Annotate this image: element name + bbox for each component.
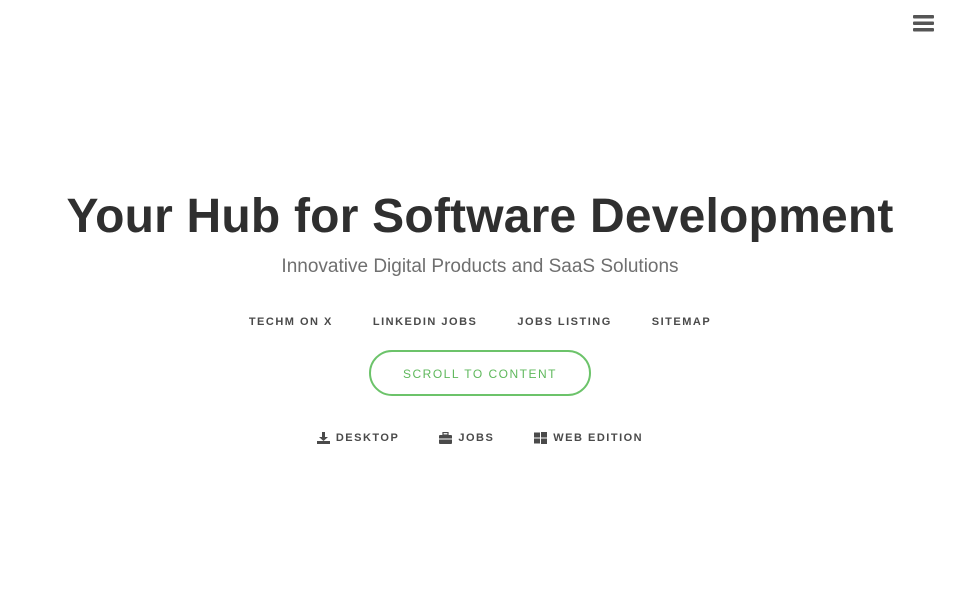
hamburger-menu-icon[interactable] [912,12,936,34]
download-links: DESKTOP JOBS WEB EDITION [0,430,960,446]
page: Your Hub for Software Development Innova… [0,0,960,600]
hero-title: Your Hub for Software Development [66,190,894,243]
desktop-download-link[interactable]: DESKTOP [297,430,419,446]
cta-wrap: SCROLL TO CONTENT [0,350,960,396]
jobs-download-link[interactable]: JOBS [419,430,514,446]
hero-section: Your Hub for Software Development Innova… [0,186,960,446]
scroll-to-content-button[interactable]: SCROLL TO CONTENT [369,350,591,396]
briefcase-icon [439,432,453,444]
web-edition-link[interactable]: WEB EDITION [514,430,663,446]
web-edition-label: WEB EDITION [553,432,644,444]
desktop-label: DESKTOP [335,432,400,444]
download-icon [316,432,330,444]
hero-subtitle: Innovative Digital Products and SaaS Sol… [281,256,679,277]
sitemap-link[interactable]: SITEMAP [632,314,731,330]
linkedin-jobs-link[interactable]: LINKEDIN JOBS [353,314,497,330]
jobs-listing-link[interactable]: JOBS LISTING [497,314,631,330]
jobs-label: JOBS [458,432,495,444]
techm-on-x-link[interactable]: TECHM ON X [229,314,353,330]
windows-icon [534,432,548,444]
hero-links: TECHM ON X LINKEDIN JOBS JOBS LISTING SI… [0,314,960,330]
